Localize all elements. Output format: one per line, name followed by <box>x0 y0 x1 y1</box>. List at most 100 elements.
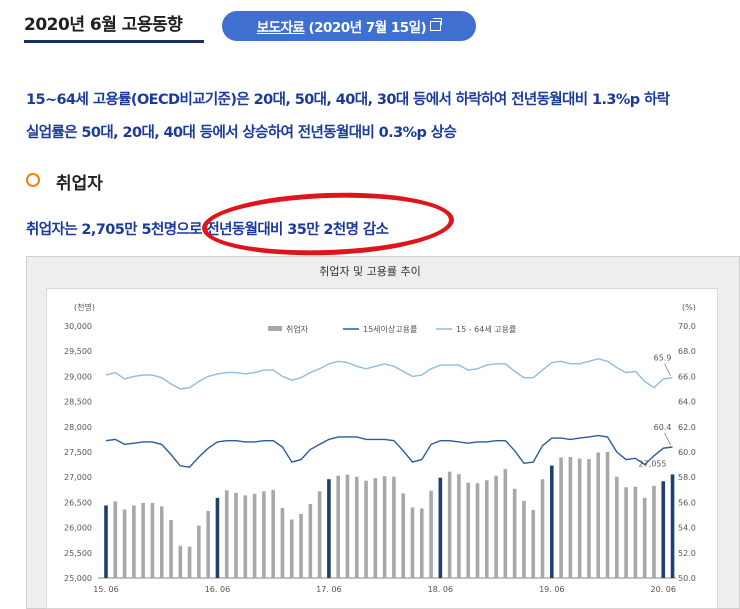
employed-bar <box>364 480 368 578</box>
employed-bar <box>197 525 201 578</box>
y-tick-label: 25,500 <box>64 549 92 558</box>
y2-tick-label: 60.0 <box>678 448 696 457</box>
employed-bar <box>401 493 406 578</box>
employed-bar <box>642 497 647 578</box>
employed-bar <box>262 491 266 578</box>
employed-bar <box>243 495 248 578</box>
x-tick-label: 17. 06 <box>316 585 341 594</box>
employed-bar <box>169 520 173 578</box>
y-tick-label: 29,000 <box>64 372 92 381</box>
employed-bar <box>522 500 526 578</box>
employed-bar <box>624 487 628 578</box>
x-tick-label: 20. 06 <box>651 585 676 594</box>
y2-tick-label: 50.0 <box>678 574 696 583</box>
employed-bar <box>252 493 257 578</box>
employed-bar <box>484 480 489 578</box>
employed-bar <box>280 507 285 578</box>
y2-tick-label: 62.0 <box>678 423 696 432</box>
x-tick-label: 19. 06 <box>539 585 564 594</box>
x-tick-label: 18. 06 <box>428 585 453 594</box>
employed-bar <box>308 503 313 578</box>
y-tick-label: 27,000 <box>64 473 92 482</box>
y-axis-unit: (천명) <box>74 302 95 312</box>
employed-bar <box>299 513 303 578</box>
employed-bar <box>354 476 359 578</box>
employed-bar <box>531 509 536 578</box>
y-tick-label: 28,000 <box>64 423 92 432</box>
employed-bar <box>596 452 601 578</box>
employed-bar <box>159 506 164 578</box>
employed-bar <box>410 507 415 578</box>
employed-bar <box>475 483 480 578</box>
y2-tick-label: 54.0 <box>678 524 696 533</box>
employed-bar <box>178 545 183 578</box>
employed-bar <box>373 478 378 578</box>
y-tick-label: 25,000 <box>64 574 92 583</box>
y2-tick-label: 68.0 <box>678 347 696 356</box>
employment-chart: 30,000 29,500 29,000 28,500 28,000 27,500 27,0… <box>64 302 696 594</box>
employed-bar <box>605 452 610 578</box>
employed-bar <box>317 491 322 578</box>
employed-bar <box>466 482 471 578</box>
employed-bar <box>224 490 229 578</box>
employed-bar <box>503 469 508 578</box>
employed-bar <box>615 476 619 578</box>
y2-tick-label: 58.0 <box>678 473 696 482</box>
employed-bar <box>419 508 424 578</box>
x-tick-label: 15. 06 <box>93 585 118 594</box>
employed-bar <box>345 474 350 578</box>
employed-bar <box>150 502 155 578</box>
employed-bar <box>234 492 238 578</box>
y-tick-label: 30,000 <box>64 322 92 331</box>
employed-bar <box>132 505 136 578</box>
employed-bar <box>215 497 220 578</box>
legend-label-15-64: 15 - 64세 고용률 <box>456 325 516 334</box>
employed-bar <box>327 479 331 578</box>
employed-bar <box>670 474 675 578</box>
legend-label-15plus: 15세이상고용률 <box>363 324 417 334</box>
y2-tick-label: 66.0 <box>678 372 696 381</box>
y-tick-label: 26,500 <box>64 498 92 507</box>
employed-bar <box>392 476 396 578</box>
employed-bar <box>652 485 656 578</box>
employed-bar <box>122 509 127 578</box>
employed-bar <box>587 459 591 578</box>
employed-bar <box>187 546 192 578</box>
legend-label-employed: 취업자 <box>286 325 309 334</box>
employed-bar <box>113 501 118 578</box>
annotation-leader <box>664 432 671 446</box>
employed-bar <box>447 471 452 578</box>
y-tick-label: 27,500 <box>64 448 92 457</box>
y-tick-label: 28,500 <box>64 398 92 407</box>
y-tick-label: 29,500 <box>64 347 92 356</box>
employed-bar <box>512 488 517 578</box>
employed-bar <box>336 475 340 578</box>
employment-rate-15-64-line <box>105 358 673 390</box>
y2-tick-label: 70.0 <box>678 322 696 331</box>
employed-bar <box>494 475 498 578</box>
employed-bar <box>271 489 275 578</box>
employed-bar <box>382 476 387 578</box>
employed-bar <box>206 510 210 578</box>
y2-axis-unit: (%) <box>682 303 696 312</box>
y2-tick-label: 64.0 <box>678 398 696 407</box>
y-tick-label: 26,000 <box>64 524 92 533</box>
y2-tick-label: 56.0 <box>678 498 696 507</box>
employed-bar <box>289 519 294 578</box>
employed-bar <box>550 465 554 578</box>
employed-bar <box>429 490 433 578</box>
employed-bar <box>540 479 545 578</box>
x-tick-label: 16. 06 <box>205 585 230 594</box>
y2-tick-label: 52.0 <box>678 549 696 558</box>
employed-bar <box>438 477 443 578</box>
employed-bar <box>633 486 638 578</box>
employed-bar <box>661 481 666 578</box>
employed-bar <box>141 502 145 578</box>
legend-swatch-employed <box>268 326 282 331</box>
employed-bar <box>568 457 573 578</box>
annotation-employed: 27,055 <box>639 459 667 468</box>
employed-bar <box>457 474 461 578</box>
annotation-leader <box>664 363 671 376</box>
annotation-15plus-rate: 60.4 <box>654 423 672 432</box>
employed-bar <box>104 505 108 578</box>
